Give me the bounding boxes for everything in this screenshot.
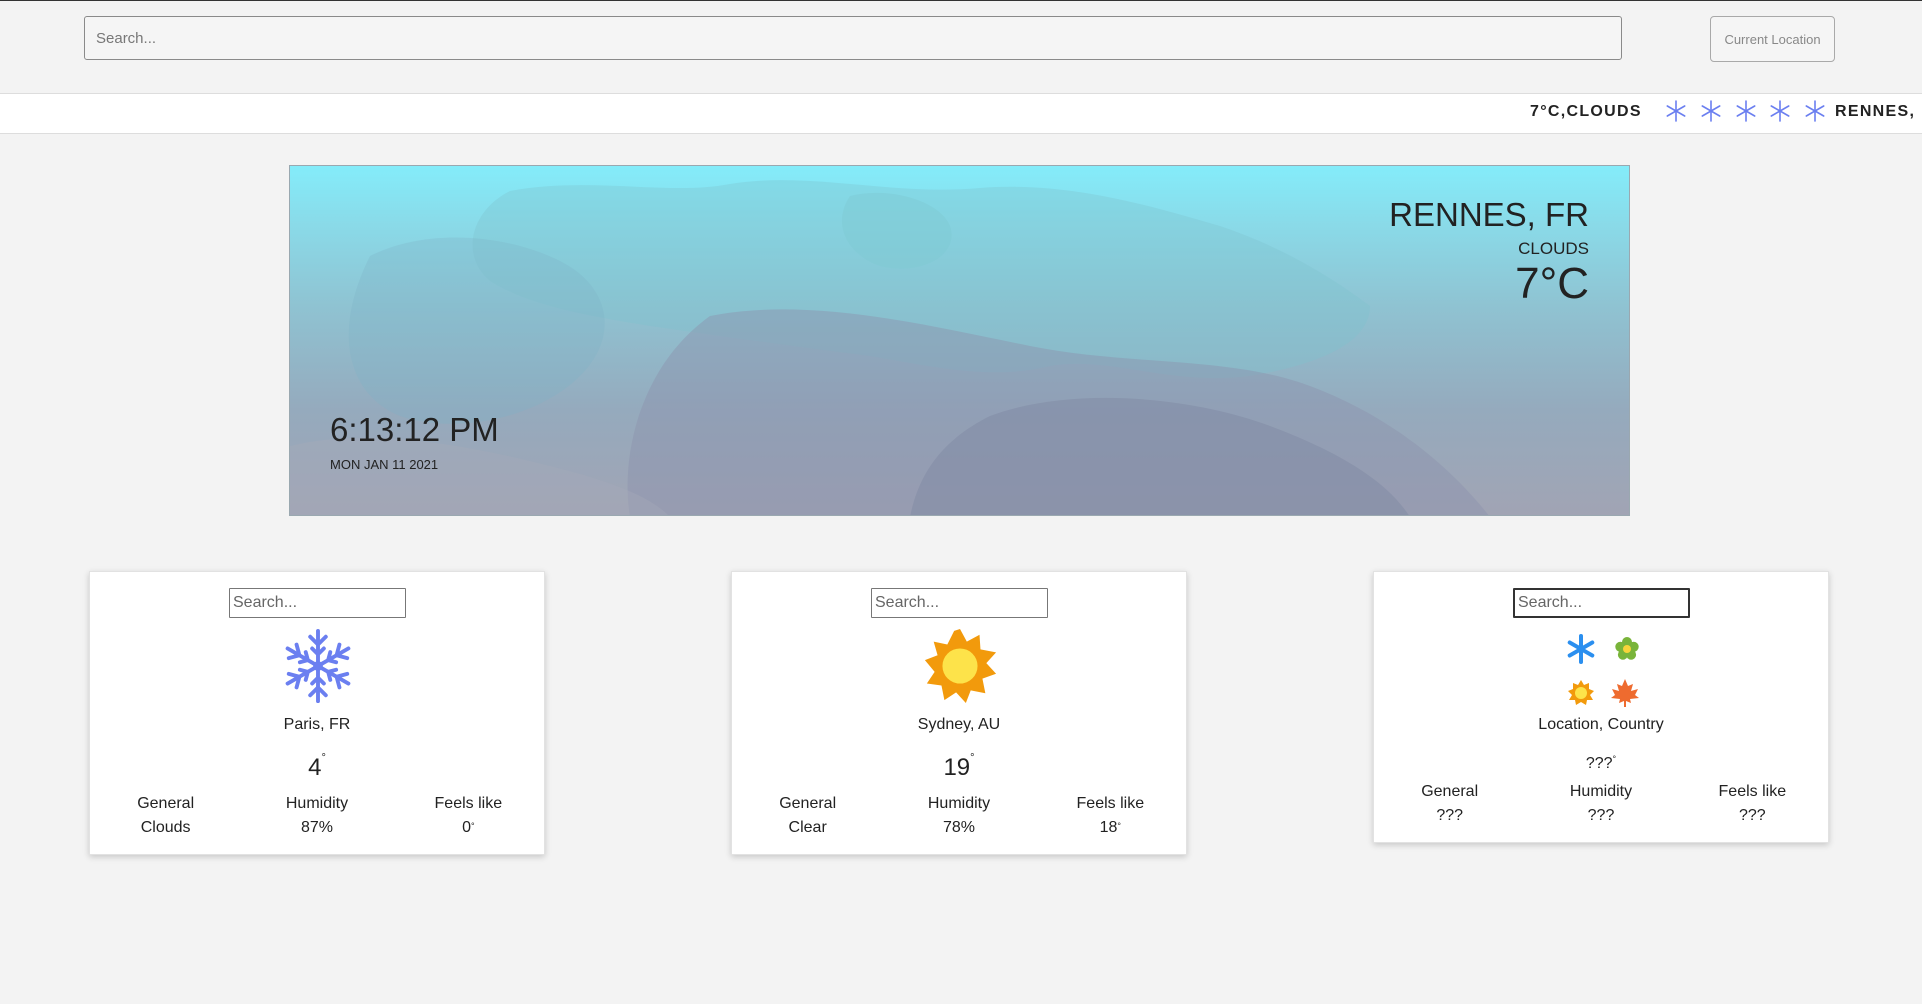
card-location: Sydney, AU (917, 716, 1001, 733)
snowflake-icon (279, 627, 357, 705)
card-search-input[interactable] (871, 588, 1048, 618)
weather-card-placeholder: Location, Country ???° General??? Humidi… (1373, 571, 1829, 843)
window-top-border (0, 0, 1922, 1)
card-temperature: 4° (308, 752, 326, 781)
hero-city: RENNES, FR (1389, 196, 1589, 233)
stat-general: General Clouds (137, 795, 195, 836)
stat-feels-like: Feels like 18° (1076, 795, 1145, 836)
snowflake-icon (1734, 99, 1763, 127)
snowflake-icon (1699, 99, 1728, 127)
card-search-input[interactable] (1513, 588, 1690, 618)
ticker-icons (1664, 99, 1832, 128)
stat-general: General Clear (779, 795, 837, 836)
hero-time: 6:13:12 PM (330, 411, 499, 448)
sun-icon (921, 627, 999, 705)
card-location: Location, Country (1538, 716, 1664, 733)
snowflake-icon (1803, 99, 1832, 127)
card-temperature: 19° (943, 752, 975, 781)
card-stats: General Clouds Humidity 87% Feels like 0° (90, 792, 544, 840)
maple-leaf-icon (1611, 679, 1639, 707)
hero-temperature: 7°C (1515, 259, 1589, 308)
stat-humidity: Humidity 78% (927, 795, 991, 836)
snowflake-icon (1567, 634, 1595, 664)
card-stats: General Clear Humidity 78% Feels like 18° (732, 792, 1186, 840)
ticker-temp-condition: 7°C,CLOUDS (1530, 103, 1642, 120)
card-temperature: ???° (1585, 754, 1617, 772)
current-location-button[interactable]: Current Location (1710, 16, 1835, 62)
search-input[interactable] (84, 16, 1622, 60)
ticker-city: RENNES, I (1835, 103, 1922, 120)
weather-ticker: 7°C,CLOUDS RENNES, I (0, 93, 1922, 134)
card-search-input[interactable] (229, 588, 406, 618)
snowflake-icon (1664, 99, 1693, 127)
stat-humidity: Humidity??? (1569, 783, 1633, 824)
weather-card-sydney: Sydney, AU 19° GeneralClear Humidity78% … (731, 571, 1187, 855)
weather-card-paris: Paris, FR 4° GeneralClouds Humidity87% F… (89, 571, 545, 855)
season-icons (1559, 627, 1645, 713)
sun-icon (1568, 680, 1594, 705)
snowflake-icon (1768, 99, 1797, 127)
flower-icon (1615, 637, 1639, 660)
card-stats: General??? Humidity??? Feels like??? (1374, 780, 1828, 828)
hero-date: MON JAN 11 2021 (330, 457, 439, 472)
stat-humidity: Humidity 87% (285, 795, 349, 836)
stat-general: General??? (1421, 783, 1479, 824)
hero-condition: CLOUDS (1518, 239, 1589, 258)
current-weather-panel: RENNES, FR CLOUDS 7°C 6:13:12 PM MON JAN… (289, 165, 1630, 516)
card-location: Paris, FR (283, 716, 351, 733)
stat-feels-like: Feels like??? (1718, 783, 1787, 824)
stat-feels-like: Feels like 0° (434, 795, 503, 836)
